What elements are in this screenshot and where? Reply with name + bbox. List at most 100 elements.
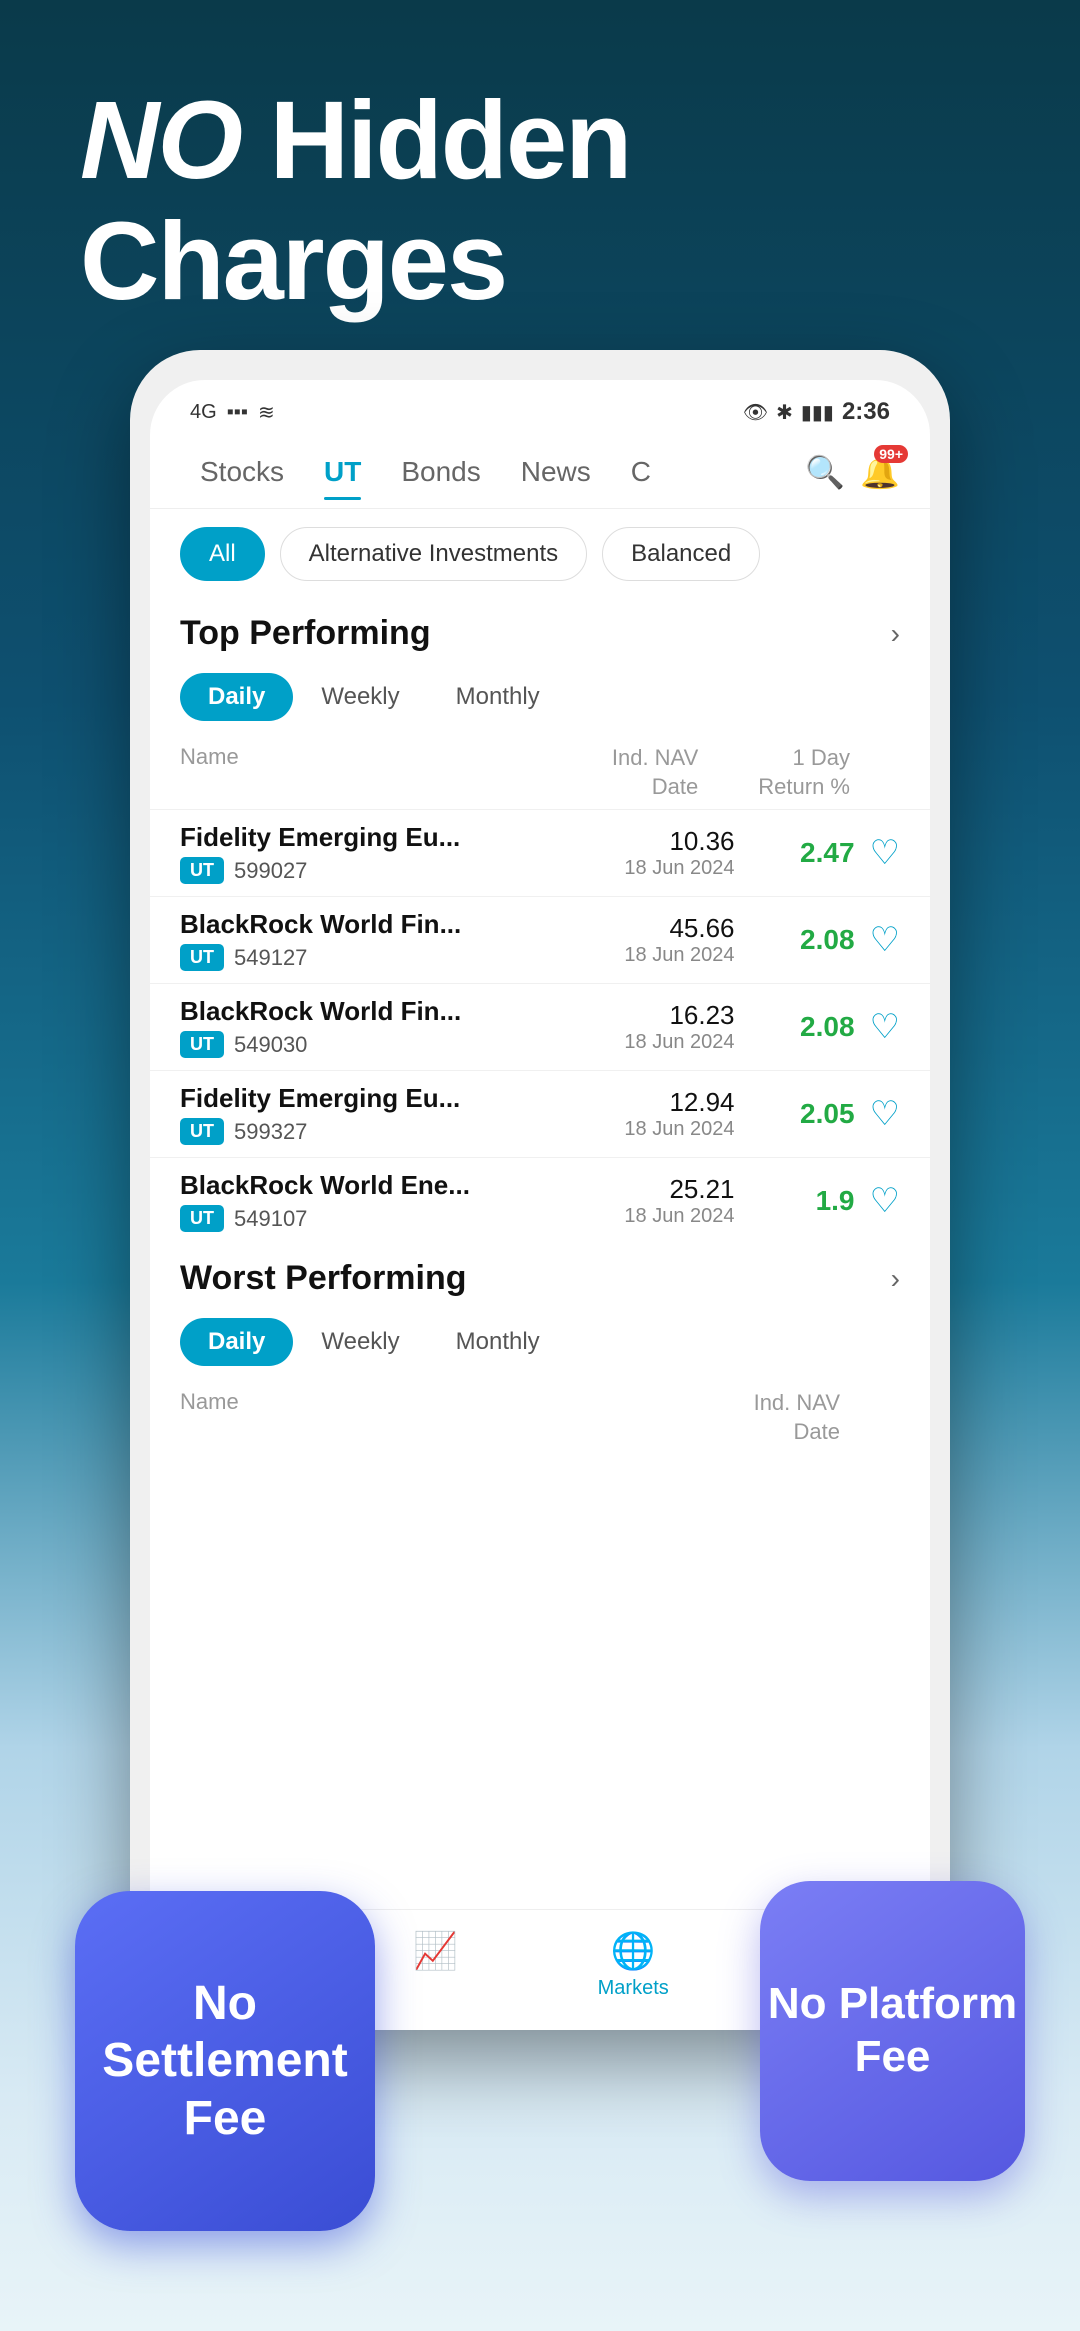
tab-news[interactable]: News	[501, 446, 611, 498]
globe-icon: 🌐	[611, 1930, 656, 1972]
hero-title: NO HiddenCharges	[80, 80, 1000, 322]
heart-icon[interactable]: ♡	[870, 1181, 900, 1221]
tab-bonds[interactable]: Bonds	[381, 446, 500, 498]
fund-nav: 10.36 18 Jun 2024	[595, 826, 735, 880]
bluetooth-icon: ✱	[776, 400, 793, 425]
bell-badge: 99+	[874, 445, 908, 463]
fund-badge-row: UT 549107	[180, 1205, 595, 1232]
fund-return: 2.47	[735, 837, 855, 869]
fund-info: BlackRock World Fin... UT 549127	[180, 909, 595, 971]
nav-icons: 🔍 🔔 99+	[805, 453, 900, 491]
settlement-fee-text: No Settlement Fee	[75, 1975, 375, 2148]
heart-icon[interactable]: ♡	[870, 1007, 900, 1047]
fund-nav-date: 18 Jun 2024	[595, 944, 735, 967]
platform-fee-text: No Platform Fee	[760, 1978, 1025, 2084]
fund-nav-date: 18 Jun 2024	[595, 857, 735, 880]
worst-monthly-btn[interactable]: Monthly	[428, 1318, 568, 1366]
fund-row[interactable]: BlackRock World Fin... UT 549030 16.23 1…	[150, 983, 930, 1070]
fund-nav-date: 18 Jun 2024	[595, 1205, 735, 1228]
top-performing-chevron[interactable]: ›	[891, 618, 900, 650]
fund-badge: UT	[180, 1205, 224, 1232]
worst-th-nav-date: Ind. NAVDate	[754, 1389, 900, 1446]
fund-nav-value: 45.66	[595, 913, 735, 944]
chart-icon: 📈	[413, 1930, 458, 1972]
tab-ut[interactable]: UT	[304, 446, 381, 498]
battery-icon: ▮▮▮	[801, 400, 834, 425]
fund-info: Fidelity Emerging Eu... UT 599327	[180, 1083, 595, 1145]
fund-info: BlackRock World Fin... UT 549030	[180, 996, 595, 1058]
fund-nav: 16.23 18 Jun 2024	[595, 1000, 735, 1054]
pill-alternative[interactable]: Alternative Investments	[280, 527, 587, 581]
fund-badge-row: UT 599027	[180, 857, 595, 884]
platform-fee-badge: No Platform Fee	[760, 1881, 1025, 2181]
fund-code: 549030	[234, 1032, 307, 1058]
signal-icon: 4G	[190, 401, 217, 424]
fund-badge: UT	[180, 944, 224, 971]
fund-name: BlackRock World Fin...	[180, 996, 595, 1027]
worst-th-name: Name	[180, 1389, 754, 1446]
heart-icon[interactable]: ♡	[870, 833, 900, 873]
fund-row[interactable]: Fidelity Emerging Eu... UT 599027 10.36 …	[150, 809, 930, 896]
status-bar: 4G ▪▪▪ ≋ 👁 ✱ ▮▮▮ 2:36	[150, 380, 930, 436]
bell-icon[interactable]: 🔔 99+	[860, 453, 900, 491]
fund-return: 2.08	[735, 1011, 855, 1043]
filter-pills: All Alternative Investments Balanced	[150, 509, 930, 599]
tab-c[interactable]: C	[611, 446, 671, 498]
pill-all[interactable]: All	[180, 527, 265, 581]
heart-icon[interactable]: ♡	[870, 920, 900, 960]
bottom-nav-markets[interactable]: 🌐 Markets	[598, 1930, 669, 2000]
fund-return: 2.08	[735, 924, 855, 956]
fund-badge-row: UT 549030	[180, 1031, 595, 1058]
fund-code: 549127	[234, 945, 307, 971]
fund-nav-value: 16.23	[595, 1000, 735, 1031]
top-performing-title: Top Performing	[180, 614, 431, 653]
wifi-icon: ≋	[258, 400, 275, 425]
phone-frame: 4G ▪▪▪ ≋ 👁 ✱ ▮▮▮ 2:36 Stocks UT Bonds Ne…	[130, 350, 950, 2030]
fund-row[interactable]: Fidelity Emerging Eu... UT 599327 12.94 …	[150, 1070, 930, 1157]
top-daily-btn[interactable]: Daily	[180, 673, 293, 721]
top-performing-header: Top Performing ›	[150, 599, 930, 668]
tab-stocks[interactable]: Stocks	[180, 446, 304, 498]
fund-info: Fidelity Emerging Eu... UT 599027	[180, 822, 595, 884]
eye-icon: 👁	[743, 400, 768, 425]
fund-code: 599027	[234, 858, 307, 884]
top-monthly-btn[interactable]: Monthly	[428, 673, 568, 721]
fund-name: BlackRock World Ene...	[180, 1170, 595, 1201]
bottom-nav-chart[interactable]: 📈	[413, 1930, 458, 2000]
fund-nav-date: 18 Jun 2024	[595, 1031, 735, 1054]
fund-badge-row: UT 549127	[180, 944, 595, 971]
fund-return: 2.05	[735, 1098, 855, 1130]
worst-weekly-btn[interactable]: Weekly	[293, 1318, 427, 1366]
fund-code: 549107	[234, 1206, 307, 1232]
top-table-header: Name Ind. NAVDate 1 DayReturn %	[150, 736, 930, 809]
settlement-fee-badge: No Settlement Fee	[75, 1891, 375, 2231]
pill-balanced[interactable]: Balanced	[602, 527, 760, 581]
fund-nav: 45.66 18 Jun 2024	[595, 913, 735, 967]
fund-name: Fidelity Emerging Eu...	[180, 822, 595, 853]
fund-row[interactable]: BlackRock World Fin... UT 549127 45.66 1…	[150, 896, 930, 983]
fund-nav-value: 10.36	[595, 826, 735, 857]
fund-nav: 12.94 18 Jun 2024	[595, 1087, 735, 1141]
fund-badge-row: UT 599327	[180, 1118, 595, 1145]
search-icon[interactable]: 🔍	[805, 453, 845, 491]
nav-tabs: Stocks UT Bonds News C 🔍 🔔 99+	[150, 436, 930, 509]
heart-icon[interactable]: ♡	[870, 1094, 900, 1134]
th-nav-date: Ind. NAVDate	[612, 744, 758, 801]
top-weekly-btn[interactable]: Weekly	[293, 673, 427, 721]
worst-performing-chevron[interactable]: ›	[891, 1263, 900, 1295]
fund-return: 1.9	[735, 1185, 855, 1217]
status-left: 4G ▪▪▪ ≋	[190, 400, 275, 425]
signal-bars: ▪▪▪	[227, 401, 248, 424]
th-name: Name	[180, 744, 612, 801]
markets-label: Markets	[598, 1977, 669, 2000]
worst-time-filter: Daily Weekly Monthly	[150, 1313, 930, 1381]
fund-row[interactable]: BlackRock World Ene... UT 549107 25.21 1…	[150, 1157, 930, 1244]
status-time: 2:36	[842, 398, 890, 426]
fund-nav-value: 12.94	[595, 1087, 735, 1118]
top-time-filter: Daily Weekly Monthly	[150, 668, 930, 736]
fund-nav: 25.21 18 Jun 2024	[595, 1174, 735, 1228]
fund-badge: UT	[180, 1031, 224, 1058]
worst-daily-btn[interactable]: Daily	[180, 1318, 293, 1366]
fund-nav-date: 18 Jun 2024	[595, 1118, 735, 1141]
fund-nav-value: 25.21	[595, 1174, 735, 1205]
